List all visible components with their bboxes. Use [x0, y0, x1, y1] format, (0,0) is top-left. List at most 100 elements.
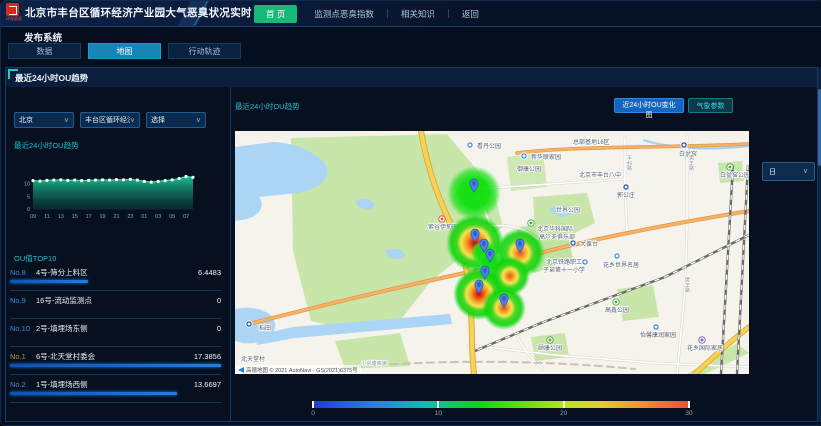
chart-title: 最近24小时OU趋势 — [14, 140, 79, 151]
heat-legend: 0102030 — [313, 401, 689, 419]
legend-tick — [312, 401, 314, 408]
ou-value: 6.4483 — [198, 268, 221, 277]
chevron-down-icon: ∨ — [64, 117, 69, 124]
data-point — [94, 178, 97, 181]
map-panel-title: 最近24小时OU趋势 — [235, 101, 300, 112]
map-label: 樊羊路 — [688, 154, 694, 172]
heat-legend-bar — [313, 401, 689, 408]
data-point — [129, 178, 132, 181]
blue-poi-icon — [653, 324, 659, 330]
page-title: 北京市丰台区循环经济产业园大气恶臭状况实时 — [25, 1, 252, 26]
site-name: 1号-填埋场西侧 — [36, 379, 194, 390]
legend-label: 10 — [435, 410, 442, 417]
left-panel-title: 最近24小时OU趋势 — [15, 72, 88, 84]
nav-odor-index[interactable]: 监测点恶臭指数 — [301, 8, 387, 20]
chevron-down-icon: ∨ — [196, 117, 201, 124]
map-label: 新华联家园 — [531, 153, 561, 161]
svg-text:5: 5 — [27, 194, 30, 200]
park-poi-icon — [547, 337, 553, 343]
nav-knowledge[interactable]: 相关知识 — [388, 8, 448, 20]
map-label: 世界公园 — [556, 206, 580, 214]
map-label: 大葆台 — [580, 240, 598, 248]
amap-logo-icon — [238, 367, 244, 373]
data-point — [80, 179, 83, 182]
park-poi-icon — [727, 164, 733, 170]
system-label: 发布系统 — [24, 30, 62, 44]
value-bar — [10, 308, 221, 311]
tab-map[interactable]: 地图 — [88, 43, 161, 59]
nav-home[interactable]: 首 页 — [254, 5, 297, 23]
ou-top-list: No.84号-筛分上料区6.4483No.916号-流动监测点0No.102号-… — [10, 263, 221, 403]
map-label: 北京华科国际 — [537, 225, 573, 233]
svg-text:21: 21 — [113, 214, 119, 220]
data-point — [108, 178, 111, 181]
map-label: 北京市丰台八中 — [579, 171, 621, 179]
map-label: 高尔夫俱乐部 — [539, 233, 575, 241]
legend-tick — [563, 401, 565, 408]
data-point — [143, 180, 146, 183]
data-point — [45, 179, 48, 182]
svg-text:03: 03 — [155, 214, 161, 220]
top-list-item[interactable]: No.21号-填埋场西侧13.6697 — [10, 375, 221, 403]
metro-poi-icon — [623, 184, 629, 190]
data-point — [122, 178, 125, 181]
value-bar — [10, 336, 221, 339]
map-label: 怡馨康润家园 — [640, 331, 676, 339]
top-list-item[interactable]: No.916号-流动监测点0 — [10, 291, 221, 319]
city-select[interactable]: 北京 ∨ — [14, 112, 74, 128]
blue-poi-icon — [614, 253, 620, 259]
rank-label: No.1 — [10, 352, 36, 361]
svg-text:09: 09 — [30, 214, 36, 220]
nav-back[interactable]: 返回 — [449, 8, 492, 20]
chevron-down-icon: ∨ — [130, 117, 135, 124]
ou-value: 17.3856 — [194, 352, 221, 361]
rank-label: No.10 — [10, 324, 36, 333]
map-label: 颐康公园 — [538, 344, 562, 352]
tab-data[interactable]: 数据 — [8, 43, 81, 59]
svg-text:15: 15 — [72, 214, 78, 220]
data-point — [115, 178, 118, 181]
value-bar — [10, 392, 221, 395]
map-label: 丰科路 — [626, 154, 632, 172]
weather-params-button[interactable]: 气象参数 — [688, 98, 733, 113]
data-point — [184, 175, 187, 178]
tab-track[interactable]: 行动轨迹 — [168, 43, 241, 59]
filter-selects: 北京 ∨ 丰台区循环经济产 ∨ 选择 ∨ — [14, 112, 206, 128]
svg-text:13: 13 — [58, 214, 64, 220]
svg-text:0: 0 — [27, 207, 30, 213]
map[interactable]: 丰台区循环经济产业园 看丹公园新华联家园总部基地16区白盆窑白盆窑公园北京市丰台… — [235, 131, 749, 374]
header: 环保管家 北京市丰台区循环经济产业园大气恶臭状况实时 首 页 监测点恶臭指数 相… — [1, 1, 821, 27]
top-list-item[interactable]: No.16号-北天堂村委会17.3856 — [10, 347, 221, 375]
map-label: 高鑫公园 — [605, 306, 629, 314]
svg-text:07: 07 — [183, 214, 189, 220]
svg-text:10: 10 — [24, 182, 30, 188]
site-select[interactable]: 选择 ∨ — [146, 112, 206, 128]
app-window: 环保管家 北京市丰台区循环经济产业园大气恶臭状况实时 首 页 监测点恶臭指数 相… — [0, 0, 821, 426]
logo-text: 环保管家 — [6, 16, 22, 21]
data-point — [38, 180, 41, 183]
purple-poi-icon — [699, 337, 705, 343]
park-select[interactable]: 丰台区循环经济产 ∨ — [80, 112, 140, 128]
map-label: 樊羊路 — [684, 276, 690, 294]
data-point — [177, 177, 180, 180]
map-label: 花乡世界名居 — [603, 261, 639, 269]
rank-label: No.2 — [10, 380, 36, 389]
panel-header-bar — [6, 68, 817, 87]
heat-point — [447, 166, 501, 220]
ou-change-chart-button[interactable]: 近24小时OU变化图 — [614, 98, 684, 113]
top-list-item[interactable]: No.102号-填埋场东侧0 — [10, 319, 221, 347]
metro-poi-icon — [681, 142, 687, 148]
rank-label: No.8 — [10, 268, 36, 277]
map-label: 稻田 — [259, 324, 271, 332]
data-point — [87, 179, 90, 182]
legend-tick — [437, 401, 439, 408]
data-point — [191, 176, 194, 179]
park-poi-icon — [528, 220, 534, 226]
top-list-item[interactable]: No.84号-筛分上料区6.4483 — [10, 263, 221, 291]
map-period-select[interactable]: 日 ∨ — [762, 162, 815, 181]
site-name: 4号-筛分上料区 — [36, 267, 198, 278]
ou-value: 0 — [217, 296, 221, 305]
panel-divider — [230, 87, 231, 422]
map-label: 白盆窑公园 — [720, 171, 749, 179]
map-label: 花乡国际家居 — [687, 344, 723, 352]
